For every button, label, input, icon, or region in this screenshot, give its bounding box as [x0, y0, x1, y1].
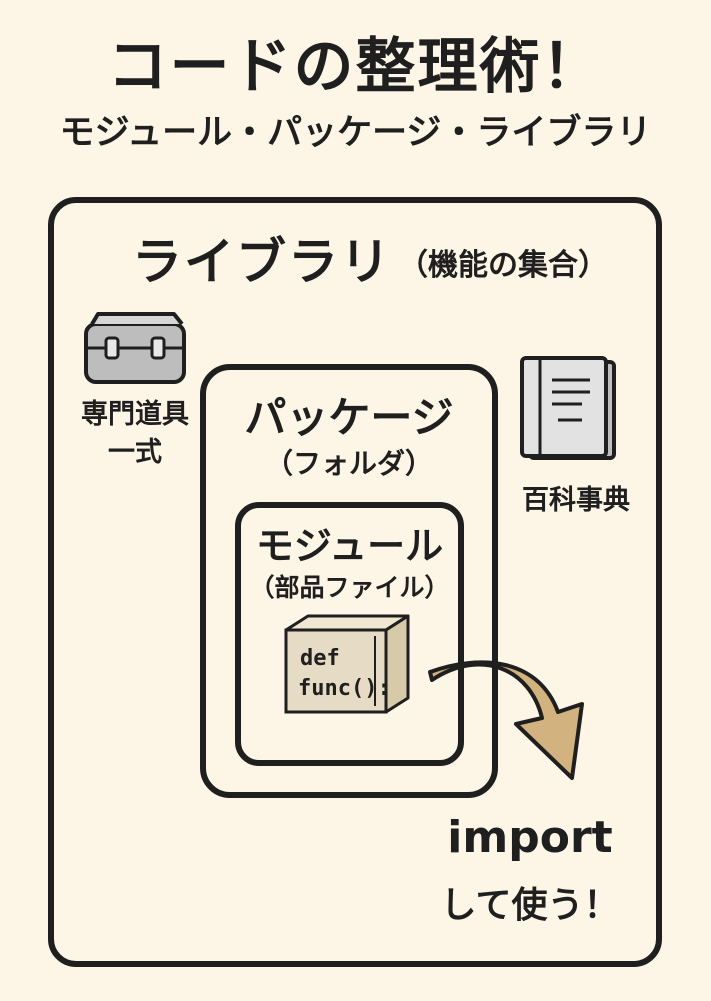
toolbox-icon [84, 312, 186, 384]
module-note: （部品ファイル） [249, 573, 450, 602]
package-note: （フォルダ） [264, 447, 433, 480]
code-line-2: func(): [298, 676, 391, 701]
toolbox-caption-line1: 専門道具 [81, 399, 189, 430]
page-title: コードの整理術！ [107, 32, 604, 102]
toolbox-caption-line2: 一式 [108, 437, 162, 468]
encyclopedia-caption: 百科事典 [522, 485, 630, 516]
toolbox-caption: 専門道具 一式 [70, 396, 200, 472]
module-label: モジュール [255, 524, 444, 568]
import-arrow-icon [428, 660, 584, 780]
code-line-1: def [300, 646, 340, 671]
import-caption: して使う！ [440, 885, 620, 926]
library-note: （機能の集合） [398, 248, 608, 283]
page-subtitle: モジュール・パッケージ・ライブラリ [59, 113, 652, 153]
book-icon [520, 356, 616, 460]
library-label: ライブラリ [132, 233, 392, 291]
package-label: パッケージ [244, 393, 454, 442]
import-keyword: import [447, 812, 613, 863]
